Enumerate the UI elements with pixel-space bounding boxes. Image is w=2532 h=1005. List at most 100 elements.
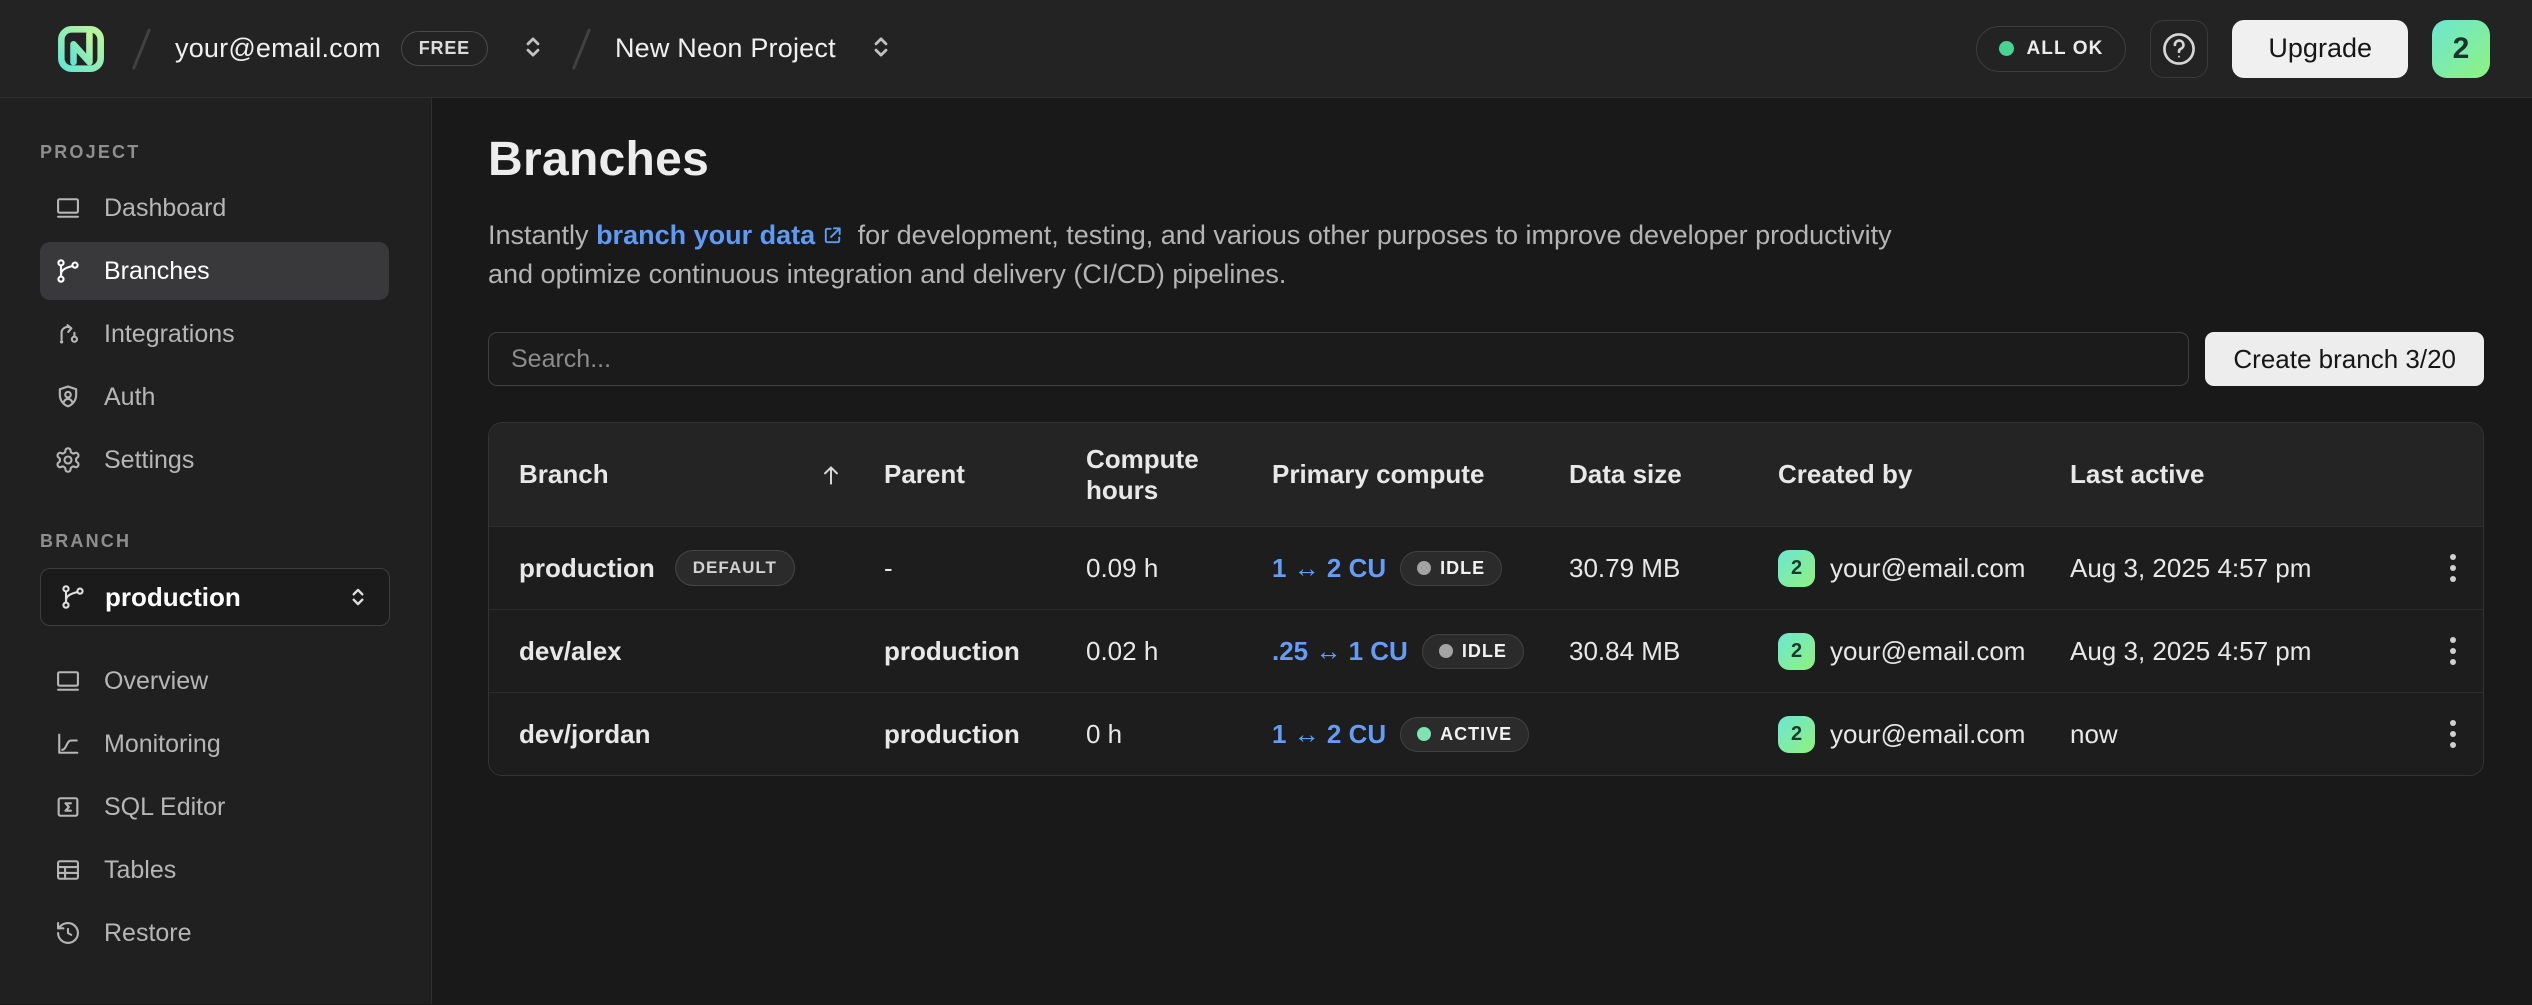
help-button[interactable] — [2150, 20, 2208, 78]
sidebar-item-monitoring[interactable]: Monitoring — [40, 715, 389, 773]
branch-your-data-link[interactable]: branch your data — [596, 220, 815, 250]
branch-icon — [59, 583, 87, 611]
column-header-created-by[interactable]: Created by — [1778, 459, 2070, 490]
top-header: your@email.com FREE New Neon Project ALL… — [0, 0, 2532, 98]
sidebar-item-overview[interactable]: Overview — [40, 652, 389, 710]
active-dot-icon — [1417, 727, 1431, 741]
last-active-cell: Aug 3, 2025 4:57 pm — [2070, 636, 2430, 667]
branch-selector-dropdown[interactable]: production — [40, 568, 390, 626]
sidebar: PROJECT Dashboard Branches — [0, 98, 432, 1004]
page-description: Instantly branch your data for developme… — [488, 217, 1908, 292]
status-ok-dot-icon — [1999, 41, 2014, 56]
search-input[interactable] — [488, 332, 2189, 386]
chevron-up-down-icon — [345, 584, 371, 610]
sidebar-item-auth[interactable]: Auth — [40, 368, 389, 426]
compute-state-pill: IDLE — [1422, 634, 1524, 669]
sidebar-item-integrations[interactable]: Integrations — [40, 305, 389, 363]
sidebar-item-label: Restore — [104, 919, 192, 948]
compute-hours-cell: 0.02 h — [1086, 636, 1272, 667]
branch-name: dev/alex — [519, 636, 622, 667]
project-name: New Neon Project — [615, 33, 836, 64]
org-selector[interactable]: your@email.com FREE — [169, 21, 554, 76]
neon-logo-icon[interactable] — [48, 16, 114, 82]
sidebar-item-branches[interactable]: Branches — [40, 242, 389, 300]
tables-grid-icon — [54, 856, 82, 884]
sidebar-item-restore[interactable]: Restore — [40, 904, 389, 962]
description-text: for development, testing, and various ot… — [850, 220, 1892, 250]
table-row[interactable]: production DEFAULT - 0.09 h 1 ↔ 2 CU IDL… — [489, 526, 2483, 609]
compute-state-pill: IDLE — [1400, 551, 1502, 586]
overview-icon — [54, 667, 82, 695]
description-text-line2: and optimize continuous integration and … — [488, 256, 1908, 292]
idle-dot-icon — [1417, 561, 1431, 575]
sort-ascending-icon[interactable] — [818, 462, 844, 488]
dashboard-icon — [54, 194, 82, 222]
compute-units: 1 ↔ 2 CU — [1272, 719, 1386, 750]
branch-name: dev/jordan — [519, 719, 650, 750]
system-status-pill[interactable]: ALL OK — [1976, 26, 2126, 72]
column-header-compute-hours[interactable]: Compute hours — [1086, 444, 1236, 506]
gear-icon — [54, 446, 82, 474]
sidebar-item-label: SQL Editor — [104, 793, 225, 822]
sidebar-item-label: Settings — [104, 446, 194, 475]
row-menu-button[interactable] — [2430, 637, 2483, 665]
column-header-primary-compute[interactable]: Primary compute — [1272, 459, 1569, 490]
branches-table: Branch Parent Compute hours Primary comp… — [488, 422, 2484, 776]
table-header-row: Branch Parent Compute hours Primary comp… — [489, 423, 2483, 526]
project-section-label: PROJECT — [0, 142, 431, 179]
integrations-icon — [54, 320, 82, 348]
column-header-parent[interactable]: Parent — [884, 459, 1086, 490]
selected-branch-name: production — [105, 582, 327, 613]
notification-badge[interactable]: 2 — [2432, 20, 2490, 78]
row-menu-button[interactable] — [2430, 554, 2483, 582]
sidebar-item-sql-editor[interactable]: SQL Editor — [40, 778, 389, 836]
sidebar-item-label: Integrations — [104, 320, 235, 349]
avatar: 2 — [1778, 716, 1815, 753]
sidebar-item-tables[interactable]: Tables — [40, 841, 389, 899]
parent-cell: production — [884, 636, 1086, 667]
external-link-icon — [821, 220, 844, 256]
description-text: Instantly — [488, 220, 596, 250]
compute-state-pill: ACTIVE — [1400, 717, 1529, 752]
create-branch-button[interactable]: Create branch 3/20 — [2205, 332, 2484, 386]
auth-shield-user-icon — [54, 383, 82, 411]
branch-icon — [54, 257, 82, 285]
created-by-email: your@email.com — [1830, 636, 2025, 667]
column-header-last-active[interactable]: Last active — [2070, 459, 2430, 490]
data-size-cell: 30.79 MB — [1569, 553, 1778, 584]
last-active-cell: Aug 3, 2025 4:57 pm — [2070, 553, 2430, 584]
sidebar-item-label: Overview — [104, 667, 208, 696]
page-title: Branches — [488, 132, 2484, 187]
parent-cell: - — [884, 553, 1086, 584]
sidebar-item-label: Auth — [104, 383, 155, 412]
column-header-data-size[interactable]: Data size — [1569, 459, 1778, 490]
project-selector[interactable]: New Neon Project — [609, 22, 902, 75]
table-row[interactable]: dev/jordan production 0 h 1 ↔ 2 CU ACTIV… — [489, 692, 2483, 775]
default-badge: DEFAULT — [675, 550, 795, 586]
column-header-branch[interactable]: Branch — [519, 459, 884, 490]
plan-badge: FREE — [401, 31, 488, 66]
sidebar-item-label: Monitoring — [104, 730, 221, 759]
created-by-email: your@email.com — [1830, 719, 2025, 750]
status-label: ALL OK — [2026, 38, 2103, 60]
breadcrumb-separator — [132, 28, 151, 70]
last-active-cell: now — [2070, 719, 2430, 750]
parent-cell: production — [884, 719, 1086, 750]
sql-editor-icon — [54, 793, 82, 821]
table-row[interactable]: dev/alex production 0.02 h .25 ↔ 1 CU ID… — [489, 609, 2483, 692]
chevron-up-down-icon — [866, 32, 896, 65]
question-circle-icon — [2160, 30, 2198, 68]
upgrade-button[interactable]: Upgrade — [2232, 20, 2408, 78]
branch-section-label: BRANCH — [0, 531, 431, 568]
compute-hours-cell: 0.09 h — [1086, 553, 1272, 584]
compute-units: 1 ↔ 2 CU — [1272, 553, 1386, 584]
breadcrumb-separator — [572, 28, 591, 70]
row-menu-button[interactable] — [2430, 720, 2483, 748]
sidebar-item-settings[interactable]: Settings — [40, 431, 389, 489]
created-by-email: your@email.com — [1830, 553, 2025, 584]
sidebar-item-label: Branches — [104, 257, 210, 286]
sidebar-item-label: Dashboard — [104, 194, 226, 223]
monitoring-chart-icon — [54, 730, 82, 758]
sidebar-item-dashboard[interactable]: Dashboard — [40, 179, 389, 237]
compute-units: .25 ↔ 1 CU — [1272, 636, 1408, 667]
